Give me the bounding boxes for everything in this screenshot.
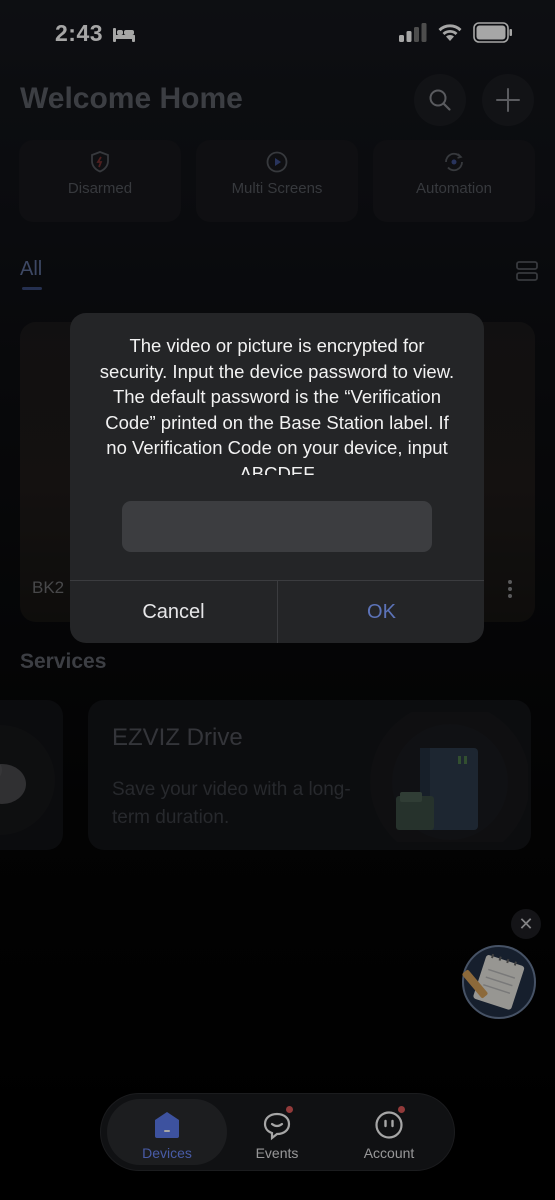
password-input[interactable] xyxy=(122,501,432,552)
dialog-message: The video or picture is encrypted for se… xyxy=(99,335,455,475)
cancel-button[interactable]: Cancel xyxy=(70,581,277,643)
ok-button[interactable]: OK xyxy=(278,581,484,643)
password-dialog: The video or picture is encrypted for se… xyxy=(70,313,484,643)
app-screen: 2:43 Welcome Home Disarmed Multi Screens… xyxy=(0,0,555,1200)
